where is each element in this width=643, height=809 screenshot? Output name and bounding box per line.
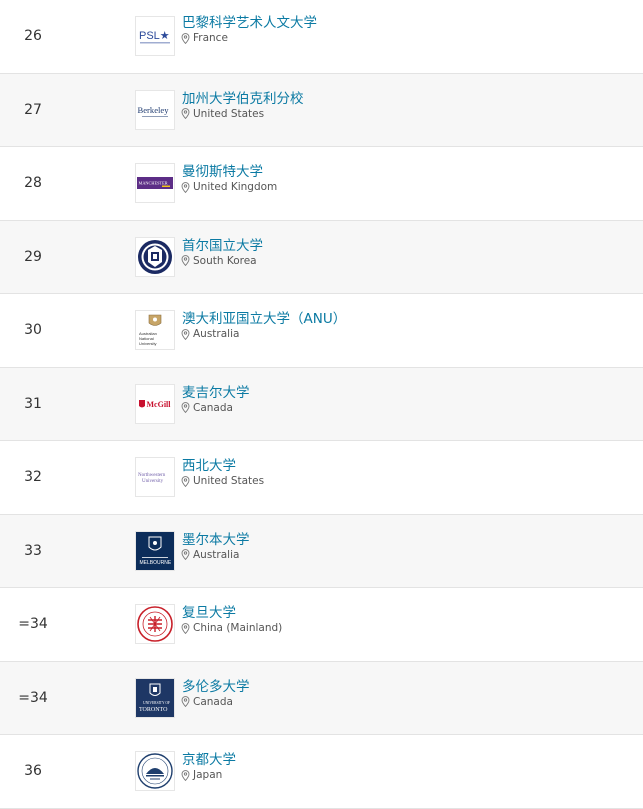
country-label: United States <box>193 107 265 120</box>
mcgill-logo-icon[interactable]: McGill <box>135 383 175 424</box>
university-name-link[interactable]: 墨尔本大学 <box>182 528 250 548</box>
logo-text: PSL★ <box>139 30 170 42</box>
table-row[interactable]: 32 Northwestern University 西北大学 United S… <box>0 441 643 515</box>
location: Australia <box>181 328 239 340</box>
location-pin-icon <box>181 475 190 487</box>
ranking-list: 26 PSL★ 巴黎科学艺术人文大学 France 27 Berkeley 加州… <box>0 0 643 809</box>
rank: =34 <box>18 689 48 706</box>
university-name-link[interactable]: 西北大学 <box>182 454 236 474</box>
location: Canada <box>181 402 233 414</box>
table-row[interactable]: 33 MELBOURNE 墨尔本大学 Australia <box>0 514 643 588</box>
rank: 31 <box>24 395 42 412</box>
psl-logo-icon[interactable]: PSL★ <box>135 16 175 57</box>
rank: 30 <box>24 322 42 339</box>
location-pin-icon <box>181 32 190 44</box>
table-row[interactable]: =34 UNIVERSITY OF TORONTO 多伦多大学 Canada <box>0 661 643 735</box>
logo-text: McGill <box>147 400 172 409</box>
country-label: United States <box>193 475 265 487</box>
table-row[interactable]: 26 PSL★ 巴黎科学艺术人文大学 France <box>0 0 643 74</box>
location: United Kingdom <box>181 181 277 193</box>
rank: 32 <box>24 469 42 486</box>
location-pin-icon <box>181 769 190 781</box>
northwestern-logo-icon[interactable]: Northwestern University <box>135 457 175 498</box>
country-label: Canada <box>193 401 233 414</box>
university-name-link[interactable]: 巴黎科学艺术人文大学 <box>182 11 317 31</box>
location-pin-icon <box>181 402 190 413</box>
country-label: Japan <box>193 769 223 781</box>
rank: 36 <box>24 763 42 780</box>
fudan-seal-icon[interactable] <box>135 604 175 645</box>
country-label: Australia <box>193 548 240 561</box>
table-row[interactable]: 27 Berkeley 加州大学伯克利分校 United States <box>0 73 643 147</box>
svg-text:UNIVERSITY OF: UNIVERSITY OF <box>143 701 170 705</box>
logo-text: TORONTO <box>139 707 168 713</box>
university-name-link[interactable]: 澳大利亚国立大学（ANU） <box>182 307 346 327</box>
country-label: Australia <box>193 328 240 340</box>
location-pin-icon <box>181 622 190 634</box>
country-label: Canada <box>193 695 233 708</box>
table-row[interactable]: =34 复旦大学 China (Mainland) <box>0 588 643 662</box>
university-name-link[interactable]: 麦吉尔大学 <box>182 381 250 401</box>
logo-text: MELBOURNE <box>140 560 172 566</box>
toronto-crest-icon[interactable]: UNIVERSITY OF TORONTO <box>135 677 175 718</box>
university-name-link[interactable]: 首尔国立大学 <box>182 234 263 254</box>
location: China (Mainland) <box>181 622 282 634</box>
rank: 28 <box>24 175 42 192</box>
location: United States <box>181 108 264 120</box>
kyoto-seal-icon[interactable] <box>135 751 175 792</box>
table-row[interactable]: 31 McGill 麦吉尔大学 Canada <box>0 367 643 441</box>
location: Japan <box>181 769 222 781</box>
country-label: France <box>193 32 228 44</box>
location-pin-icon <box>181 108 190 119</box>
anu-crest-icon[interactable]: Australian National University <box>135 310 175 351</box>
rank: 29 <box>24 248 42 265</box>
university-name-link[interactable]: 多伦多大学 <box>182 675 250 695</box>
location: United States <box>181 475 264 487</box>
rank: 27 <box>24 101 42 118</box>
snu-seal-icon[interactable] <box>135 236 175 277</box>
table-row[interactable]: 28 MANCHESTER 曼彻斯特大学 United Kingdom <box>0 147 643 221</box>
university-name-link[interactable]: 京都大学 <box>182 748 236 768</box>
university-name-link[interactable]: 加州大学伯克利分校 <box>182 87 304 107</box>
university-name-link[interactable]: 复旦大学 <box>182 601 236 621</box>
logo-text: Berkeley <box>138 105 170 115</box>
rank: 33 <box>24 542 42 559</box>
logo-text: Northwestern <box>138 473 166 478</box>
rank: =34 <box>18 616 48 633</box>
table-row[interactable]: 36 京都大学 Japan <box>0 735 643 809</box>
country-label: United Kingdom <box>193 181 278 193</box>
table-row[interactable]: 30 Australian National University 澳大利亚国立… <box>0 294 643 368</box>
country-label: China (Mainland) <box>193 622 283 634</box>
location: South Korea <box>181 255 257 267</box>
logo-text: MANCHESTER <box>139 181 168 186</box>
berkeley-logo-icon[interactable]: Berkeley <box>135 89 175 130</box>
location-pin-icon <box>181 255 190 266</box>
country-label: South Korea <box>193 254 257 267</box>
rank: 26 <box>24 28 42 45</box>
table-row[interactable]: 29 首尔国立大学 South Korea <box>0 220 643 294</box>
manchester-logo-icon[interactable]: MANCHESTER <box>135 163 175 204</box>
location-pin-icon <box>181 328 190 340</box>
location-pin-icon <box>181 696 190 707</box>
svg-text:University: University <box>139 341 157 346</box>
location: Australia <box>181 549 239 561</box>
university-name-link[interactable]: 曼彻斯特大学 <box>182 160 263 180</box>
location-pin-icon <box>181 549 190 560</box>
location-pin-icon <box>181 181 190 193</box>
melbourne-crest-icon[interactable]: MELBOURNE <box>135 530 175 571</box>
location: Canada <box>181 696 233 708</box>
location: France <box>181 32 228 44</box>
svg-text:University: University <box>142 479 164 484</box>
